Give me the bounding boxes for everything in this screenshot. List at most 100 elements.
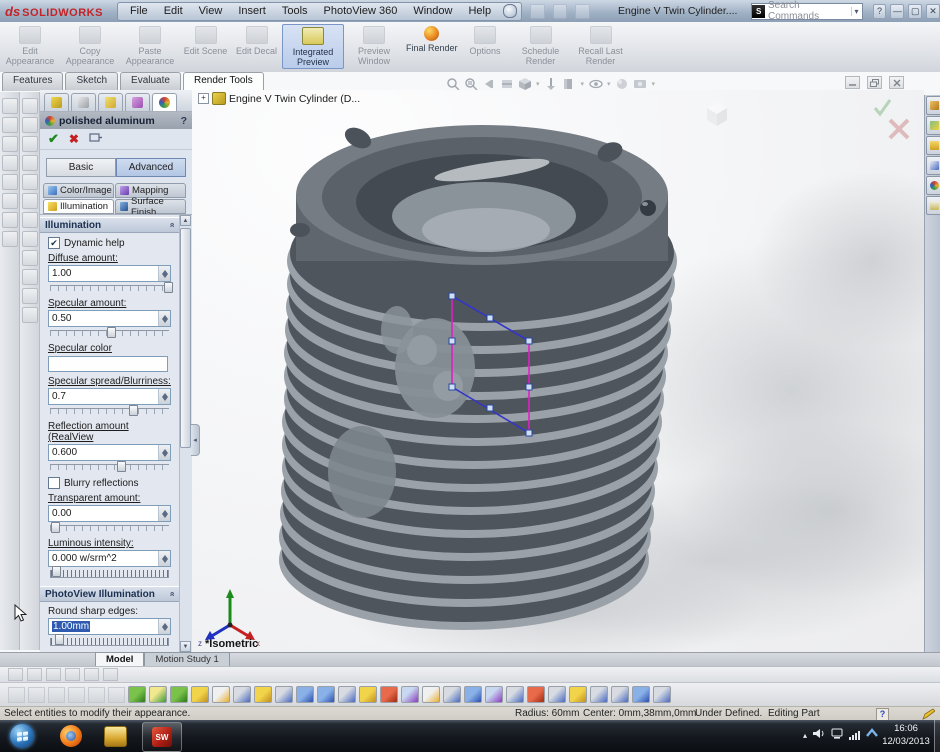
design-library-tab[interactable]: [926, 116, 940, 135]
displaymanager-tab[interactable]: [152, 93, 177, 111]
spinner-icon[interactable]: [158, 311, 170, 326]
specular-spread-slider[interactable]: [50, 408, 169, 417]
search-caret-icon[interactable]: ▾: [851, 7, 862, 16]
sketch-midpoint-handle[interactable]: [449, 338, 455, 344]
spinner-icon[interactable]: [158, 445, 170, 460]
panel-help-icon[interactable]: ?: [181, 115, 187, 127]
spinner-icon[interactable]: [158, 619, 170, 634]
tab-illumination[interactable]: Illumination: [43, 199, 114, 214]
solidworks-resources-tab[interactable]: [926, 96, 940, 115]
filter-tool-icon[interactable]: [233, 686, 251, 703]
chevron-down-icon[interactable]: ▾: [536, 80, 540, 88]
filter-tool-icon[interactable]: [527, 686, 545, 703]
toolbar-icon[interactable]: [88, 687, 105, 703]
toolbar-icon[interactable]: [22, 193, 38, 209]
round-sharp-edges-slider[interactable]: [50, 638, 169, 646]
view-settings-icon[interactable]: [633, 76, 648, 91]
zoom-area-icon[interactable]: [463, 76, 478, 91]
filter-tool-icon[interactable]: [191, 686, 209, 703]
schedule-render-button[interactable]: Schedule Render: [511, 24, 571, 67]
toolbar-icon[interactable]: [84, 668, 99, 681]
toolbar-icon[interactable]: [103, 668, 118, 681]
options-button[interactable]: Options: [460, 24, 511, 57]
sketch-vertex-handle[interactable]: [449, 384, 455, 390]
view-palette-tab[interactable]: [926, 156, 940, 175]
signal-bars-icon[interactable]: [849, 731, 860, 740]
slider-thumb[interactable]: [129, 405, 138, 416]
filter-tool-icon[interactable]: [653, 686, 671, 703]
slider-thumb[interactable]: [164, 282, 173, 293]
quickaccess-icon[interactable]: [530, 4, 545, 19]
integrated-preview-button[interactable]: Integrated Preview: [282, 24, 344, 69]
sketch-midpoint-handle[interactable]: [487, 315, 493, 321]
tab-features[interactable]: Features: [2, 72, 63, 91]
slider-thumb[interactable]: [51, 522, 60, 533]
filter-tool-icon[interactable]: [422, 686, 440, 703]
specular-color-swatch[interactable]: [48, 356, 168, 372]
tray-expand-icon[interactable]: ▴: [803, 731, 807, 740]
toolbar-icon[interactable]: [2, 193, 18, 209]
toolbar-icon[interactable]: [65, 668, 80, 681]
toolbar-icon[interactable]: [2, 212, 18, 228]
volume-icon[interactable]: [813, 728, 825, 742]
sketch-midpoint-handle[interactable]: [487, 405, 493, 411]
hide-show-items-icon[interactable]: [588, 76, 603, 91]
apply-scene-icon[interactable]: [544, 76, 559, 91]
sketch-vertex-handle[interactable]: [449, 293, 455, 299]
recall-last-render-button[interactable]: Recall Last Render: [571, 24, 631, 67]
filter-tool-icon[interactable]: [590, 686, 608, 703]
menu-insert[interactable]: Insert: [230, 5, 274, 17]
custom-properties-tab[interactable]: [926, 196, 940, 215]
slider-thumb[interactable]: [117, 461, 126, 472]
zoom-fit-icon[interactable]: [445, 76, 460, 91]
tab-sketch[interactable]: Sketch: [65, 72, 118, 91]
feature-tree-flyout[interactable]: + Engine V Twin Cylinder (D...: [198, 92, 360, 105]
toolbar-icon[interactable]: [68, 687, 85, 703]
spinner-icon[interactable]: [158, 389, 170, 404]
menu-edit[interactable]: Edit: [156, 5, 191, 17]
menu-window[interactable]: Window: [405, 5, 460, 17]
tab-surface-finish[interactable]: Surface Finish: [115, 199, 186, 214]
spinner-icon[interactable]: [158, 266, 170, 281]
scroll-up-icon[interactable]: ▲: [180, 215, 191, 226]
doc-minimize-icon[interactable]: [845, 76, 860, 89]
toolbar-icon[interactable]: [2, 231, 18, 247]
featuremanager-tree-tab[interactable]: [44, 93, 69, 111]
filter-tool-icon[interactable]: [254, 686, 272, 703]
slider-thumb[interactable]: [107, 327, 116, 338]
chevron-down-icon[interactable]: ▾: [581, 80, 585, 88]
final-render-button[interactable]: Final Render: [404, 24, 460, 54]
remote-app-tray-icon[interactable]: [866, 728, 878, 742]
menu-view[interactable]: View: [191, 5, 231, 17]
edit-decal-button[interactable]: Edit Decal: [231, 24, 282, 57]
menu-photoview360[interactable]: PhotoView 360: [316, 5, 406, 17]
toolbar-icon[interactable]: [22, 288, 38, 304]
chevron-down-icon[interactable]: ▾: [652, 80, 656, 88]
quickaccess-icon[interactable]: [553, 4, 568, 19]
doc-close-icon[interactable]: [889, 76, 904, 89]
app-taskbar-icon[interactable]: [104, 726, 127, 747]
sketch-vertex-handle[interactable]: [526, 338, 532, 344]
toolbar-icon[interactable]: [108, 687, 125, 703]
appearances-scenes-tab[interactable]: [926, 176, 940, 195]
restore-button[interactable]: ▢: [908, 4, 922, 19]
menu-help[interactable]: Help: [460, 5, 499, 17]
toolbar-icon[interactable]: [27, 668, 42, 681]
solidworks-taskbar-button[interactable]: SW: [142, 722, 182, 752]
collapse-icon[interactable]: »: [166, 591, 176, 596]
doc-restore-icon[interactable]: [867, 76, 882, 89]
transparent-amount-slider[interactable]: [50, 525, 169, 534]
filter-tool-icon[interactable]: [296, 686, 314, 703]
toolbar-icon[interactable]: [8, 687, 25, 703]
pin-menu-icon[interactable]: [503, 4, 517, 18]
collapse-icon[interactable]: »: [166, 222, 176, 227]
motion-study-tab[interactable]: Motion Study 1: [144, 652, 229, 666]
sketch-vertex-handle[interactable]: [526, 430, 532, 436]
toolbar-icon[interactable]: [2, 136, 18, 152]
toolbar-icon[interactable]: [22, 212, 38, 228]
illumination-section-header[interactable]: Illumination »: [40, 217, 179, 233]
file-explorer-tab[interactable]: [926, 136, 940, 155]
filter-tool-icon[interactable]: [506, 686, 524, 703]
filter-tool-icon[interactable]: [380, 686, 398, 703]
filter-tool-icon[interactable]: [149, 686, 167, 703]
